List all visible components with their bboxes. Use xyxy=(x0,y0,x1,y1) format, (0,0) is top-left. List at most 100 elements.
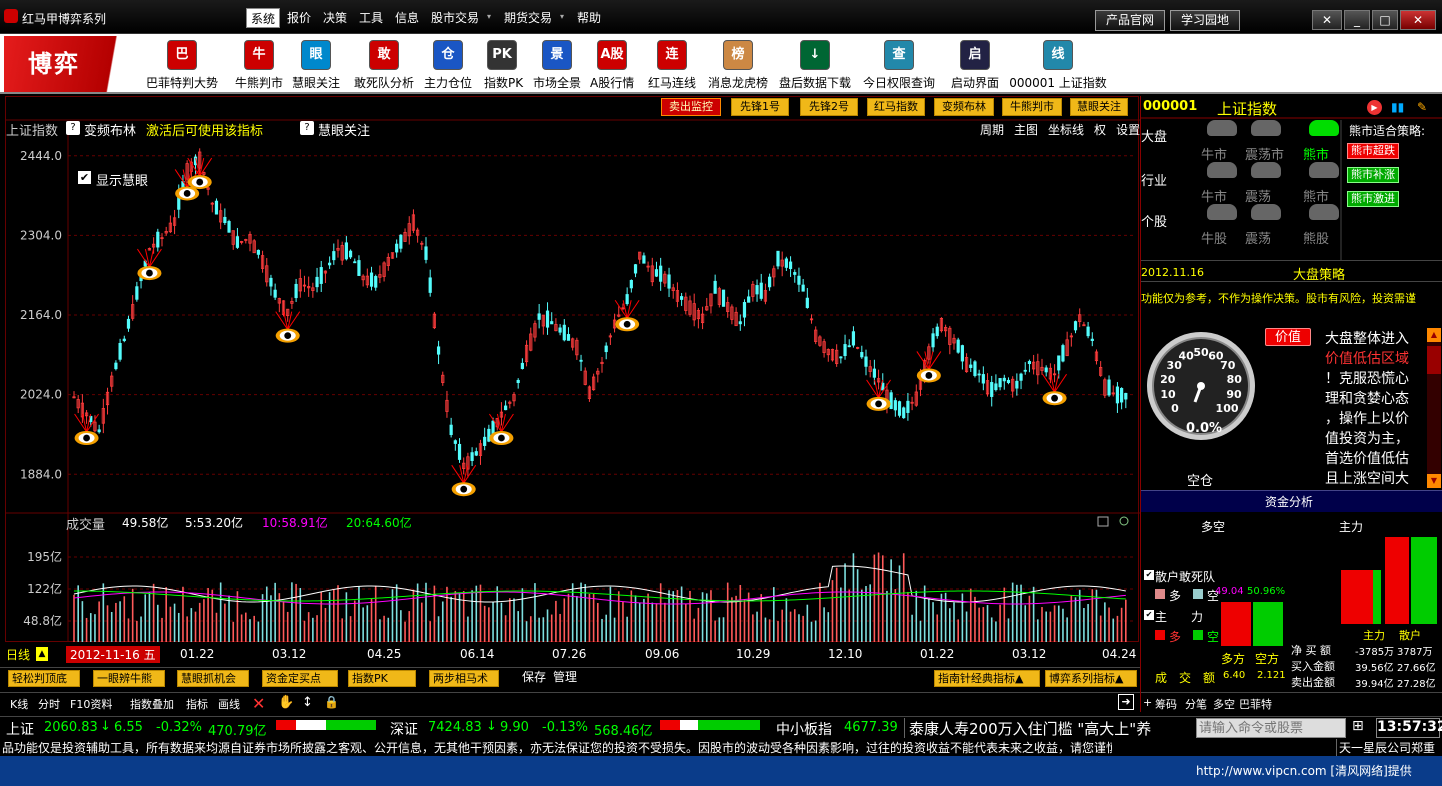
trend-icon[interactable] xyxy=(1207,204,1237,220)
maximize-button[interactable]: □ xyxy=(1372,10,1398,30)
period-button[interactable]: 周期 xyxy=(980,121,1004,138)
trend-icon[interactable] xyxy=(1207,120,1237,136)
tool-9[interactable]: 榜消息龙虎榜 xyxy=(706,40,770,92)
chart-top-button-4[interactable]: 变频布林 xyxy=(934,98,994,116)
main-checkbox[interactable]: ✔ xyxy=(1144,610,1154,620)
tool-6[interactable]: 景市场全景 xyxy=(532,40,582,92)
tab-timeshare[interactable]: 分时 xyxy=(38,696,60,712)
zoom-icon[interactable] xyxy=(1119,516,1129,526)
trend-icon[interactable] xyxy=(1207,162,1237,178)
value-button[interactable]: 价值 xyxy=(1265,328,1311,346)
menu-system[interactable]: 系统 xyxy=(246,8,281,28)
tool-13[interactable]: 线 000001 上证指数 xyxy=(1008,40,1108,92)
eye-icon[interactable] xyxy=(489,431,514,445)
tab-chips[interactable]: 筹码 xyxy=(1155,696,1177,712)
tool-4[interactable]: 仓主力仓位 xyxy=(422,40,474,92)
close-button[interactable]: ✕ xyxy=(1400,10,1436,30)
strategy-catchup-button[interactable]: 熊市补涨 xyxy=(1347,167,1399,183)
trend-icon[interactable] xyxy=(1251,120,1281,136)
strategy-oversold-button[interactable]: 熊市超跌 xyxy=(1347,143,1399,159)
trend-icon[interactable] xyxy=(1309,204,1339,220)
tool-0[interactable]: 巴巴菲特判大势 xyxy=(146,40,218,92)
scroll-down-icon[interactable]: ▼ xyxy=(1427,474,1441,488)
news-ticker[interactable]: 泰康人寿200万入住门槛 "高大上"养 xyxy=(904,718,1198,738)
window-icon[interactable]: ⊞ xyxy=(1352,718,1372,738)
game-indicator-button[interactable]: 博弈系列指标▲ xyxy=(1045,670,1137,687)
strategy-aggressive-button[interactable]: 熊市激进 xyxy=(1347,191,1399,207)
chart-top-button-6[interactable]: 慧眼关注 xyxy=(1070,98,1128,116)
chart-top-button-1[interactable]: 先锋1号 xyxy=(731,98,789,116)
tool-10[interactable]: ↓ 盘后数据下载 xyxy=(778,40,852,92)
bottom-button-5[interactable]: 两步相马术 xyxy=(429,670,499,687)
chart-top-button-0[interactable]: 卖出监控 xyxy=(661,98,721,116)
show-eye-checkbox[interactable]: ✔ xyxy=(78,171,91,184)
tab-ticks[interactable]: 分笔 xyxy=(1185,696,1207,712)
minimize-button[interactable]: _ xyxy=(1344,10,1370,30)
tool-3[interactable]: 敢敢死队分析 xyxy=(352,40,416,92)
tool-5[interactable]: PK 指数PK xyxy=(484,40,523,92)
trend-icon[interactable] xyxy=(1251,162,1281,178)
eye-icon[interactable] xyxy=(916,368,941,383)
eye-icon[interactable] xyxy=(74,431,99,445)
bottom-button-2[interactable]: 慧眼抓机会 xyxy=(177,670,249,687)
tab-indicator[interactable]: 指标 xyxy=(186,696,208,712)
menu-stock-trade[interactable]: 股市交易 xyxy=(427,8,483,28)
tool-12[interactable]: 启启动界面 xyxy=(950,40,1000,92)
tab-buffett[interactable]: 巴菲特 xyxy=(1239,696,1272,712)
menu-futures-trade[interactable]: 期货交易 xyxy=(500,8,556,28)
trend-icon[interactable] xyxy=(1309,162,1339,178)
menu-info[interactable]: 信息 xyxy=(391,8,423,28)
settings-button[interactable]: 设置 xyxy=(1116,121,1140,138)
lock-icon[interactable]: 🔒 xyxy=(324,695,339,709)
tool-11[interactable]: 查今日权限查询 xyxy=(862,40,936,92)
menu-tools[interactable]: 工具 xyxy=(355,8,387,28)
tool-icon[interactable]: ✎ xyxy=(1417,100,1427,114)
help-icon[interactable]: ? xyxy=(300,121,314,135)
chart-top-button-2[interactable]: 先锋2号 xyxy=(800,98,858,116)
menu-quote[interactable]: 报价 xyxy=(283,8,315,28)
tool-1[interactable]: 牛牛熊判市 xyxy=(234,40,284,92)
manage-link[interactable]: 管理 xyxy=(553,668,577,685)
tool-8[interactable]: 连红马连线 xyxy=(646,40,698,92)
minimize-pane-icon[interactable] xyxy=(1097,516,1109,527)
tab-kline[interactable]: K线 xyxy=(10,696,28,712)
product-site-button[interactable]: 产品官网 xyxy=(1095,10,1165,31)
tab-longshort[interactable]: 多空 xyxy=(1213,696,1235,712)
trend-icon[interactable] xyxy=(1251,204,1281,220)
kline-chart-svg[interactable]: 2444.0 2304.0 2164.0 2024.0 1884.0 195亿 122亿 48… xyxy=(6,97,1140,643)
tab-overlay[interactable]: 指数叠加 xyxy=(130,696,174,712)
bottom-button-1[interactable]: 一眼辨牛熊 xyxy=(93,670,165,687)
learning-button[interactable]: 学习园地 xyxy=(1170,10,1240,31)
tab-draw[interactable]: 画线 xyxy=(218,696,240,712)
eye-icon[interactable] xyxy=(137,266,162,281)
chart-top-button-5[interactable]: 牛熊判市 xyxy=(1002,98,1062,116)
eye-icon[interactable] xyxy=(275,328,300,343)
delete-icon[interactable]: ✕ xyxy=(252,694,265,713)
eye-icon[interactable] xyxy=(615,317,640,332)
scroll-up-icon[interactable]: ▲ xyxy=(1427,328,1441,342)
main-chart-button[interactable]: 主图 xyxy=(1014,121,1038,138)
retail-checkbox[interactable]: ✔ xyxy=(1144,570,1154,580)
tab-f10[interactable]: F10资料 xyxy=(70,696,112,712)
bottom-button-4[interactable]: 指数PK xyxy=(348,670,416,687)
axis-button[interactable]: 坐标线 xyxy=(1048,121,1084,138)
help-icon[interactable]: ? xyxy=(66,121,80,135)
trend-icon[interactable] xyxy=(1309,120,1339,136)
rights-button[interactable]: 权 xyxy=(1094,121,1106,138)
command-input[interactable] xyxy=(1196,718,1346,738)
play-icon[interactable]: ▶ xyxy=(1367,100,1382,115)
chart-icon[interactable]: ▮▮ xyxy=(1391,100,1404,114)
eye-icon[interactable] xyxy=(187,175,212,190)
expand-up-icon[interactable]: ▲ xyxy=(36,647,48,661)
scroll-thumb[interactable] xyxy=(1427,346,1441,374)
eye-icon[interactable] xyxy=(451,482,476,497)
eye-icon[interactable] xyxy=(866,396,891,411)
skin-button[interactable]: ✕ xyxy=(1312,10,1342,30)
tool-7[interactable]: A股 A股行情 xyxy=(590,40,634,92)
panel-toggle-icon[interactable]: ➜ xyxy=(1118,694,1134,710)
tool-2[interactable]: 眼慧眼关注 xyxy=(290,40,342,92)
compass-indicator-button[interactable]: 指南针经典指标▲ xyxy=(934,670,1040,687)
bottom-button-3[interactable]: 资金定买点 xyxy=(262,670,338,687)
hand-icon[interactable]: ✋ xyxy=(278,695,294,710)
menu-help[interactable]: 帮助 xyxy=(573,8,605,28)
